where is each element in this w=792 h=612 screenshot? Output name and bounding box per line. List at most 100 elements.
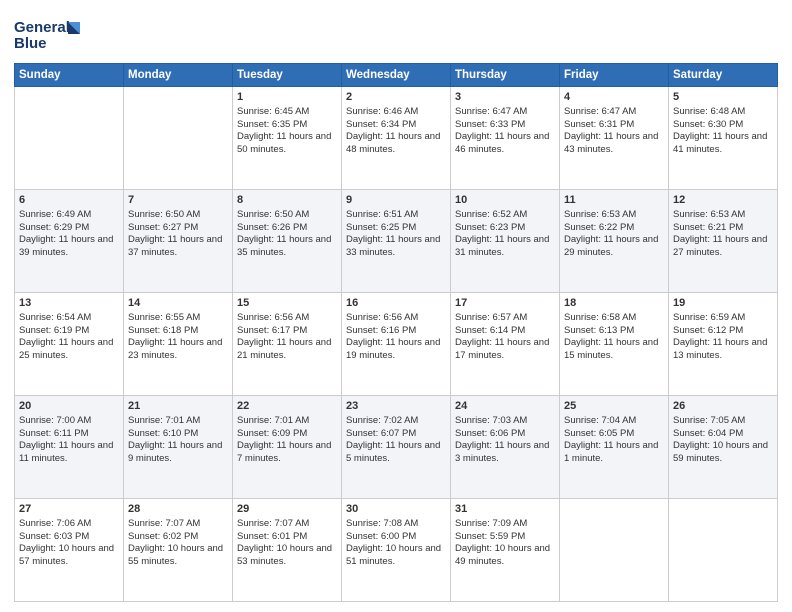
day-number: 17 (455, 296, 555, 311)
sunrise-text: Sunrise: 6:54 AM (19, 312, 91, 323)
sunrise-text: Sunrise: 6:57 AM (455, 312, 527, 323)
day-number: 24 (455, 399, 555, 414)
calendar-cell: 1Sunrise: 6:45 AMSunset: 6:35 PMDaylight… (233, 87, 342, 190)
logo: General Blue (14, 14, 84, 59)
sunset-text: Sunset: 6:19 PM (19, 325, 89, 336)
sunrise-text: Sunrise: 7:03 AM (455, 415, 527, 426)
calendar-cell: 6Sunrise: 6:49 AMSunset: 6:29 PMDaylight… (15, 190, 124, 293)
daylight-text: Daylight: 11 hours and 37 minutes. (128, 234, 222, 258)
calendar-week-row: 1Sunrise: 6:45 AMSunset: 6:35 PMDaylight… (15, 87, 778, 190)
sunrise-text: Sunrise: 7:09 AM (455, 518, 527, 529)
calendar-cell: 8Sunrise: 6:50 AM Sunset: 6:26 PMDaylight… (233, 190, 342, 293)
calendar-cell: 31Sunrise: 7:09 AMSunset: 5:59 PMDayligh… (451, 499, 560, 602)
calendar-cell: 12Sunrise: 6:53 AMSunset: 6:21 PMDayligh… (669, 190, 778, 293)
sunset-text: Sunset: 6:02 PM (128, 531, 198, 542)
daylight-text: Daylight: 11 hours and 41 minutes. (673, 131, 767, 155)
calendar-cell: 4Sunrise: 6:47 AMSunset: 6:31 PMDaylight… (560, 87, 669, 190)
sunrise-text: Sunrise: 6:50 AM (237, 209, 309, 220)
daylight-text: Daylight: 11 hours and 27 minutes. (673, 234, 767, 258)
daylight-text: Daylight: 11 hours and 23 minutes. (128, 337, 222, 361)
daylight-text: Daylight: 10 hours and 59 minutes. (673, 440, 768, 464)
logo-area: General Blue (14, 10, 84, 59)
sunset-text: Sunset: 6:21 PM (673, 222, 743, 233)
day-number: 14 (128, 296, 228, 311)
daylight-text: Daylight: 11 hours and 15 minutes. (564, 337, 658, 361)
calendar-body: 1Sunrise: 6:45 AMSunset: 6:35 PMDaylight… (15, 87, 778, 602)
day-number: 15 (237, 296, 337, 311)
sunset-text: Sunset: 6:25 PM (346, 222, 416, 233)
sunrise-text: Sunrise: 7:05 AM (673, 415, 745, 426)
daylight-text: Daylight: 11 hours and 31 minutes. (455, 234, 549, 258)
sunset-text: Sunset: 6:14 PM (455, 325, 525, 336)
day-number: 6 (19, 193, 119, 208)
daylight-text: Daylight: 11 hours and 50 minutes. (237, 131, 331, 155)
calendar-cell: 20Sunrise: 7:00 AMSunset: 6:11 PMDayligh… (15, 396, 124, 499)
daylight-text: Daylight: 11 hours and 33 minutes. (346, 234, 440, 258)
sunset-text: Sunset: 6:13 PM (564, 325, 634, 336)
calendar-cell: 22Sunrise: 7:01 AMSunset: 6:09 PMDayligh… (233, 396, 342, 499)
daylight-text: Daylight: 11 hours and 25 minutes. (19, 337, 113, 361)
weekday-header: Sunday (15, 64, 124, 87)
sunrise-text: Sunrise: 7:08 AM (346, 518, 418, 529)
sunset-text: Sunset: 6:27 PM (128, 222, 198, 233)
sunrise-text: Sunrise: 7:02 AM (346, 415, 418, 426)
svg-text:Blue: Blue (14, 35, 47, 52)
daylight-text: Daylight: 11 hours and 5 minutes. (346, 440, 440, 464)
daylight-text: Daylight: 11 hours and 19 minutes. (346, 337, 440, 361)
sunrise-text: Sunrise: 6:47 AM (455, 106, 527, 117)
day-number: 23 (346, 399, 446, 414)
sunset-text: Sunset: 6:18 PM (128, 325, 198, 336)
calendar-cell: 16Sunrise: 6:56 AMSunset: 6:16 PMDayligh… (342, 293, 451, 396)
sunset-text: Sunset: 6:10 PM (128, 428, 198, 439)
calendar-cell: 14Sunrise: 6:55 AMSunset: 6:18 PMDayligh… (124, 293, 233, 396)
calendar-cell: 18Sunrise: 6:58 AMSunset: 6:13 PMDayligh… (560, 293, 669, 396)
sunset-text: Sunset: 6:07 PM (346, 428, 416, 439)
day-number: 8 (237, 193, 337, 208)
day-number: 28 (128, 502, 228, 517)
sunrise-text: Sunrise: 6:53 AM (673, 209, 745, 220)
daylight-text: Daylight: 10 hours and 55 minutes. (128, 543, 223, 567)
sunset-text: Sunset: 6:30 PM (673, 119, 743, 130)
day-number: 3 (455, 90, 555, 105)
calendar-cell (124, 87, 233, 190)
sunset-text: Sunset: 6:31 PM (564, 119, 634, 130)
sunrise-text: Sunrise: 6:48 AM (673, 106, 745, 117)
calendar-week-row: 6Sunrise: 6:49 AMSunset: 6:29 PMDaylight… (15, 190, 778, 293)
day-number: 22 (237, 399, 337, 414)
calendar-cell: 11Sunrise: 6:53 AMSunset: 6:22 PMDayligh… (560, 190, 669, 293)
day-number: 31 (455, 502, 555, 517)
sunrise-text: Sunrise: 7:00 AM (19, 415, 91, 426)
sunrise-text: Sunrise: 6:52 AM (455, 209, 527, 220)
calendar-cell (15, 87, 124, 190)
sunset-text: Sunset: 6:00 PM (346, 531, 416, 542)
daylight-text: Daylight: 11 hours and 29 minutes. (564, 234, 658, 258)
sunrise-text: Sunrise: 6:56 AM (346, 312, 418, 323)
svg-text:General: General (14, 19, 70, 36)
sunset-text: Sunset: 6:17 PM (237, 325, 307, 336)
calendar-cell: 5Sunrise: 6:48 AMSunset: 6:30 PMDaylight… (669, 87, 778, 190)
sunset-text: Sunset: 6:26 PM (237, 222, 307, 233)
daylight-text: Daylight: 11 hours and 13 minutes. (673, 337, 767, 361)
calendar-cell: 15Sunrise: 6:56 AMSunset: 6:17 PMDayligh… (233, 293, 342, 396)
daylight-text: Daylight: 11 hours and 43 minutes. (564, 131, 658, 155)
weekday-header: Wednesday (342, 64, 451, 87)
header: General Blue (14, 10, 778, 59)
page: General Blue SundayMondayTuesdayWednesda… (0, 0, 792, 612)
daylight-text: Daylight: 11 hours and 11 minutes. (19, 440, 113, 464)
calendar-cell: 7Sunrise: 6:50 AMSunset: 6:27 PMDaylight… (124, 190, 233, 293)
calendar-cell: 10Sunrise: 6:52 AMSunset: 6:23 PMDayligh… (451, 190, 560, 293)
sunrise-text: Sunrise: 7:01 AM (128, 415, 200, 426)
sunrise-text: Sunrise: 7:04 AM (564, 415, 636, 426)
sunrise-text: Sunrise: 7:07 AM (237, 518, 309, 529)
sunset-text: Sunset: 6:05 PM (564, 428, 634, 439)
sunset-text: Sunset: 6:03 PM (19, 531, 89, 542)
daylight-text: Daylight: 11 hours and 35 minutes. (237, 234, 331, 258)
calendar-cell: 17Sunrise: 6:57 AMSunset: 6:14 PMDayligh… (451, 293, 560, 396)
day-number: 21 (128, 399, 228, 414)
weekday-header-row: SundayMondayTuesdayWednesdayThursdayFrid… (15, 64, 778, 87)
calendar-cell: 28Sunrise: 7:07 AMSunset: 6:02 PMDayligh… (124, 499, 233, 602)
day-number: 16 (346, 296, 446, 311)
calendar-table: SundayMondayTuesdayWednesdayThursdayFrid… (14, 63, 778, 602)
sunset-text: Sunset: 6:34 PM (346, 119, 416, 130)
weekday-header: Monday (124, 64, 233, 87)
